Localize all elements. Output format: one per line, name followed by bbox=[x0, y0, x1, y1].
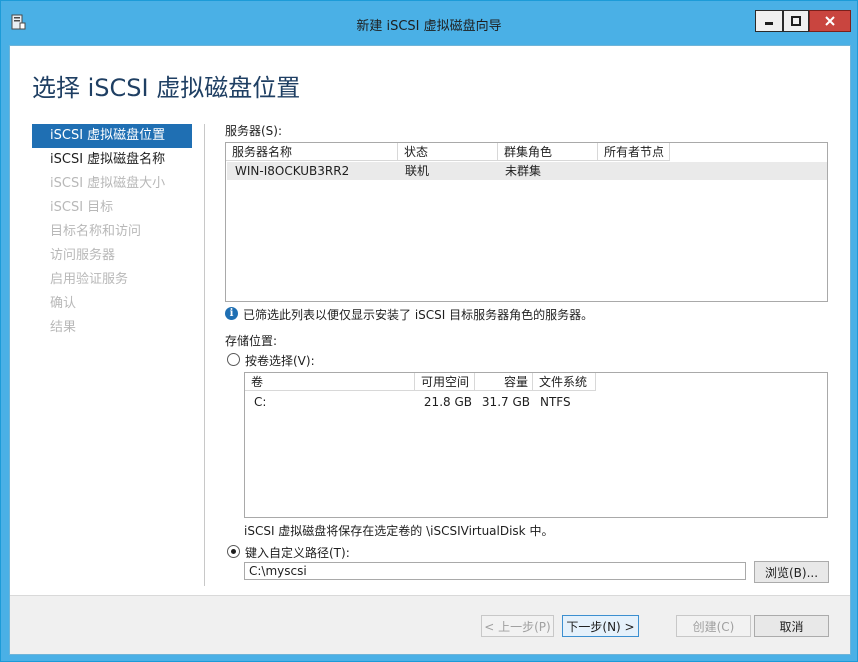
close-button[interactable] bbox=[809, 10, 851, 32]
page-title: 选择 iSCSI 虚拟磁盘位置 bbox=[32, 74, 301, 102]
servers-filter-info: 已筛选此列表以便仅显示安装了 iSCSI 目标服务器角色的服务器。 bbox=[243, 308, 594, 322]
cancel-button[interactable]: 取消 bbox=[754, 615, 829, 637]
cell-free-space: 21.8 GB bbox=[423, 395, 472, 409]
servers-list[interactable]: 服务器名称 状态 群集角色 所有者节点 WIN-I8OCKUB3RR2 联机 未… bbox=[225, 142, 828, 302]
cell-file-system: NTFS bbox=[540, 395, 571, 409]
wizard-footer: < 上一步(P) 下一步(N) > 创建(C) 取消 bbox=[10, 595, 850, 654]
nav-step-target-name-access: 目标名称和访问 bbox=[50, 224, 142, 239]
by-volume-radio[interactable] bbox=[227, 353, 240, 366]
column-header-volume[interactable]: 卷 bbox=[245, 373, 415, 391]
cell-owner-node bbox=[599, 162, 671, 180]
info-icon: i bbox=[225, 307, 238, 320]
servers-label: 服务器(S): bbox=[225, 124, 283, 138]
nav-step-results: 结果 bbox=[50, 320, 77, 335]
cell-volume: C: bbox=[254, 395, 267, 409]
volumes-list[interactable]: 卷 可用空间 容量 文件系统 C: 21.8 GB 31.7 GB NTFS bbox=[244, 372, 828, 518]
nav-step-disk-location[interactable]: iSCSI 虚拟磁盘位置 bbox=[32, 124, 192, 148]
nav-step-access-servers: 访问服务器 bbox=[50, 248, 116, 263]
custom-path-input[interactable] bbox=[244, 562, 746, 580]
storage-location-label: 存储位置: bbox=[225, 334, 278, 348]
nav-divider bbox=[204, 124, 205, 586]
cell-capacity: 31.7 GB bbox=[481, 395, 530, 409]
previous-button[interactable]: < 上一步(P) bbox=[481, 615, 554, 637]
minimize-button[interactable] bbox=[755, 10, 783, 32]
nav-step-iscsi-target: iSCSI 目标 bbox=[50, 200, 114, 215]
volume-save-note: iSCSI 虚拟磁盘将保存在选定卷的 \iSCSIVirtualDisk 中。 bbox=[244, 524, 554, 538]
nav-step-enable-auth: 启用验证服务 bbox=[50, 272, 129, 287]
create-button[interactable]: 创建(C) bbox=[676, 615, 751, 637]
next-button[interactable]: 下一步(N) > bbox=[562, 615, 639, 637]
minimize-icon bbox=[765, 22, 773, 25]
maximize-button[interactable] bbox=[783, 10, 809, 32]
cell-server-name: WIN-I8OCKUB3RR2 bbox=[235, 164, 350, 178]
nav-step-disk-name[interactable]: iSCSI 虚拟磁盘名称 bbox=[32, 148, 192, 172]
close-icon bbox=[825, 16, 835, 26]
volumes-list-header: 卷 可用空间 容量 文件系统 bbox=[245, 373, 596, 391]
cell-cluster-role: 未群集 bbox=[505, 164, 542, 178]
column-header-file-system[interactable]: 文件系统 bbox=[533, 373, 596, 391]
title-bar[interactable]: 新建 iSCSI 虚拟磁盘向导 bbox=[1, 1, 857, 45]
column-header-server-name[interactable]: 服务器名称 bbox=[226, 143, 398, 161]
table-row[interactable]: C: 21.8 GB 31.7 GB NTFS bbox=[246, 393, 826, 411]
column-header-free-space[interactable]: 可用空间 bbox=[415, 373, 475, 391]
cell-status: 联机 bbox=[405, 164, 430, 178]
wizard-window: 新建 iSCSI 虚拟磁盘向导 选择 iSCSI 虚拟磁盘位置 iSCSI 虚拟… bbox=[0, 0, 858, 662]
servers-list-header: 服务器名称 状态 群集角色 所有者节点 bbox=[226, 143, 670, 161]
window-title: 新建 iSCSI 虚拟磁盘向导 bbox=[356, 19, 502, 34]
custom-path-label[interactable]: 键入自定义路径(T): bbox=[245, 544, 350, 561]
table-row[interactable]: WIN-I8OCKUB3RR2 联机 未群集 bbox=[227, 162, 827, 180]
column-header-status[interactable]: 状态 bbox=[398, 143, 498, 161]
wizard-content: 选择 iSCSI 虚拟磁盘位置 iSCSI 虚拟磁盘位置 iSCSI 虚拟磁盘名… bbox=[9, 45, 851, 655]
column-header-owner-node[interactable]: 所有者节点 bbox=[598, 143, 670, 161]
by-volume-label[interactable]: 按卷选择(V): bbox=[245, 352, 315, 369]
maximize-icon bbox=[791, 16, 801, 26]
nav-step-confirm: 确认 bbox=[50, 296, 77, 311]
custom-path-radio[interactable] bbox=[227, 545, 240, 558]
column-header-capacity[interactable]: 容量 bbox=[475, 373, 533, 391]
nav-step-disk-size: iSCSI 虚拟磁盘大小 bbox=[50, 176, 166, 191]
wizard-steps-nav: iSCSI 虚拟磁盘位置 iSCSI 虚拟磁盘名称 iSCSI 虚拟磁盘大小 i… bbox=[32, 124, 192, 340]
browse-button[interactable]: 浏览(B)... bbox=[754, 561, 829, 583]
column-header-cluster-role[interactable]: 群集角色 bbox=[498, 143, 598, 161]
